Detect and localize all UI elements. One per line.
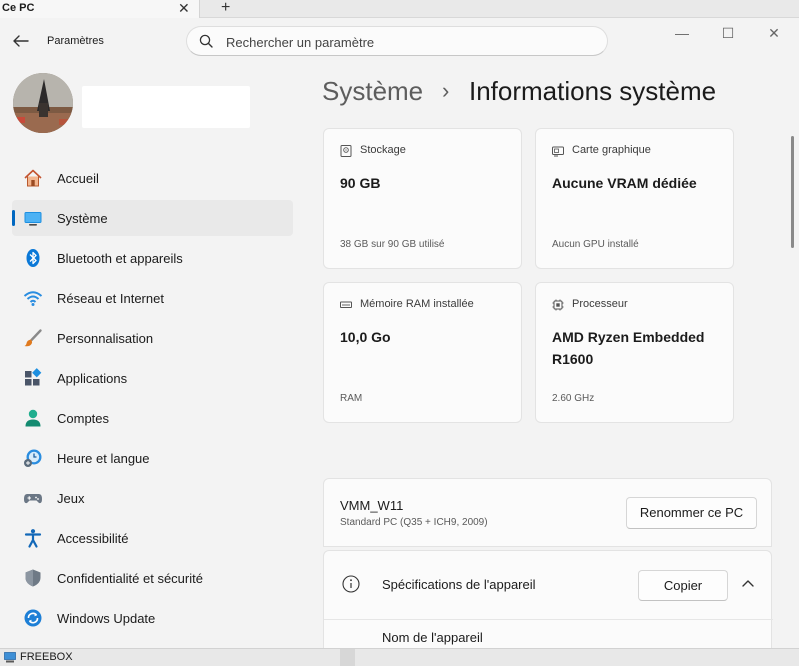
system-icon	[24, 212, 42, 226]
card-sub: 38 GB sur 90 GB utilisé	[340, 239, 445, 250]
card-sub: Aucun GPU installé	[552, 239, 639, 250]
sidebar-item-label: Heure et langue	[57, 451, 150, 466]
search-input[interactable]	[226, 33, 586, 51]
sidebar-item-confidentialite[interactable]: Confidentialité et sécurité	[12, 560, 293, 596]
breadcrumb-separator: ›	[442, 78, 450, 103]
search-box[interactable]	[186, 26, 608, 56]
avatar[interactable]	[13, 73, 73, 133]
sidebar-item-label: Réseau et Internet	[57, 291, 164, 306]
avatar-photo	[13, 73, 73, 133]
processor-icon	[552, 299, 564, 311]
gamepad-icon	[24, 494, 42, 504]
sidebar-item-systeme[interactable]: Système	[12, 200, 293, 236]
info-icon	[342, 575, 360, 593]
sidebar-item-label: Bluetooth et appareils	[57, 251, 183, 266]
card-sub: 2.60 GHz	[552, 393, 595, 404]
network-drive-icon	[4, 652, 16, 663]
card-label: Stockage	[360, 144, 406, 156]
sidebar-item-jeux[interactable]: Jeux	[12, 480, 293, 516]
time-language-icon	[24, 449, 42, 467]
brush-icon	[24, 329, 42, 347]
shield-icon	[25, 569, 41, 587]
sidebar-item-bluetooth[interactable]: Bluetooth et appareils	[12, 240, 293, 276]
card-label: Processeur	[572, 298, 628, 310]
card-label: Carte graphique	[572, 144, 651, 156]
pc-model: Standard PC (Q35 + ICH9, 2009)	[340, 517, 488, 528]
accounts-icon	[25, 409, 41, 427]
app-title: Paramètres	[47, 35, 104, 47]
sidebar-item-label: Comptes	[57, 411, 110, 426]
card-value: 10,0 Go	[340, 329, 391, 345]
wifi-icon	[23, 291, 43, 306]
search-icon	[199, 34, 213, 48]
sidebar-nav: Accueil Système Bluetooth et appareils R…	[12, 160, 293, 640]
chevron-up-icon[interactable]	[741, 578, 755, 588]
bluetooth-icon	[26, 249, 40, 267]
scrollbar[interactable]	[791, 136, 794, 248]
minimize-button[interactable]: —	[667, 24, 697, 42]
tab-close-icon[interactable]: ✕	[178, 0, 190, 16]
sidebar-item-label: Personnalisation	[57, 331, 154, 346]
tab-ce-pc[interactable]: Ce PC ✕	[0, 0, 200, 18]
sidebar-item-label: Accueil	[57, 171, 99, 186]
maximize-button[interactable]: ☐	[713, 24, 743, 42]
sidebar-item-label: Système	[57, 211, 108, 226]
page-title: Informations système	[469, 76, 717, 106]
specs-title: Spécifications de l'appareil	[382, 577, 536, 592]
sidebar-item-label: Windows Update	[57, 611, 156, 626]
home-icon	[24, 169, 42, 187]
tab-strip: Ce PC ✕ +	[0, 0, 799, 18]
sidebar-item-accessibilite[interactable]: Accessibilité	[12, 520, 293, 556]
sidebar-item-label: Confidentialité et sécurité	[57, 571, 203, 586]
sidebar-item-label: Applications	[57, 371, 128, 386]
windows-update-icon	[24, 609, 42, 627]
sidebar-item-heure-langue[interactable]: Heure et langue	[12, 440, 293, 476]
sidebar-item-reseau[interactable]: Réseau et Internet	[12, 280, 293, 316]
redacted-email	[82, 86, 250, 128]
storage-icon	[340, 145, 352, 157]
settings-window: Paramètres — ☐ ✕ pascal	[0, 18, 799, 666]
taskbar-separator	[340, 649, 355, 666]
graphics-card[interactable]: Carte graphique Aucune VRAM dédiée Aucun…	[535, 128, 734, 269]
copy-button[interactable]: Copier	[638, 570, 728, 601]
storage-card[interactable]: Stockage 90 GB 38 GB sur 90 GB utilisé	[323, 128, 522, 269]
sidebar-item-label: Jeux	[57, 491, 85, 506]
card-value: Aucune VRAM dédiée	[552, 175, 697, 191]
divider	[324, 619, 773, 620]
close-button[interactable]: ✕	[759, 24, 789, 42]
card-value: AMD Ryzen Embedded R1600	[552, 329, 705, 367]
card-value: 90 GB	[340, 175, 381, 191]
card-sub: RAM	[340, 393, 363, 404]
taskbar-label[interactable]: FREEBOX	[20, 651, 73, 663]
sidebar-item-accueil[interactable]: Accueil	[12, 160, 293, 196]
sidebar-item-personnalisation[interactable]: Personnalisation	[12, 320, 293, 356]
tab-title: Ce PC	[2, 2, 35, 14]
back-arrow-icon[interactable]	[12, 33, 30, 49]
accessibility-icon	[24, 529, 42, 548]
sidebar-item-applications[interactable]: Applications	[12, 360, 293, 396]
card-label: Mémoire RAM installée	[360, 298, 474, 310]
new-tab-icon[interactable]: +	[221, 0, 230, 17]
sidebar-item-windows-update[interactable]: Windows Update	[12, 600, 293, 636]
processor-card[interactable]: Processeur AMD Ryzen Embedded R1600 2.60…	[535, 282, 734, 423]
ram-card[interactable]: Mémoire RAM installée 10,0 Go RAM	[323, 282, 522, 423]
device-name-label: Nom de l'appareil	[382, 630, 483, 645]
pc-name-card: VMM_W11 Standard PC (Q35 + ICH9, 2009) R…	[323, 478, 772, 547]
apps-icon	[25, 368, 42, 386]
sidebar-item-label: Accessibilité	[57, 531, 129, 546]
breadcrumb-parent[interactable]: Système	[322, 76, 423, 107]
taskbar: FREEBOX	[0, 648, 799, 666]
ram-icon	[340, 301, 352, 308]
graphics-card-icon	[552, 146, 564, 157]
sidebar-item-comptes[interactable]: Comptes	[12, 400, 293, 436]
pc-name: VMM_W11	[340, 498, 404, 513]
rename-pc-button[interactable]: Renommer ce PC	[626, 497, 757, 529]
